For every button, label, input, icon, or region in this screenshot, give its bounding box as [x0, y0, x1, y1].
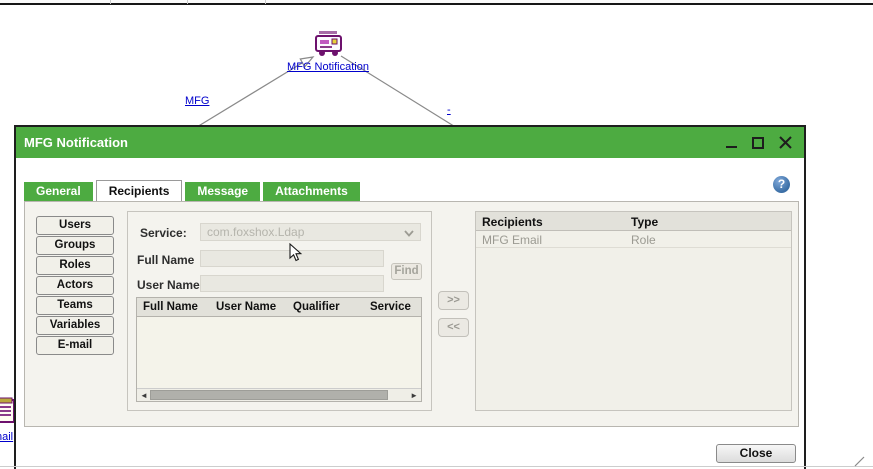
window-bottom-edge	[0, 466, 873, 467]
remove-recipient-button[interactable]: <<	[438, 318, 469, 337]
service-label: Service:	[140, 226, 187, 240]
recipients-header: Recipients Type	[476, 212, 791, 231]
user-name-input[interactable]	[200, 275, 384, 292]
add-recipient-button[interactable]: >>	[438, 291, 469, 310]
source-button-teams[interactable]: Teams	[36, 296, 114, 315]
search-results-table: Full Name User Name Qualifier Service ◄ …	[136, 297, 422, 402]
col-user-name: User Name	[216, 301, 277, 313]
col-recipients: Recipients	[482, 215, 543, 229]
source-button-actors[interactable]: Actors	[36, 276, 114, 295]
service-selected-value: com.foxshox.Ldap	[207, 225, 305, 239]
col-type: Type	[631, 215, 659, 229]
mfg-notification-dialog: MFG Notification ? General Recipients Me…	[14, 125, 806, 469]
service-select[interactable]: com.foxshox.Ldap	[200, 223, 421, 241]
node-link-email-clipped[interactable]: nail	[0, 431, 13, 443]
scroll-left-icon[interactable]: ◄	[140, 390, 148, 401]
source-button-users[interactable]: Users	[36, 216, 114, 235]
node-link-mfg-notification[interactable]: MFG Notification	[283, 61, 373, 73]
recipient-row[interactable]: MFG Email Role	[476, 231, 791, 248]
transition-link-partial[interactable]: -	[447, 104, 451, 116]
source-button-roles[interactable]: Roles	[36, 256, 114, 275]
transition-link-mfg[interactable]: MFG	[185, 95, 209, 107]
horizontal-scrollbar[interactable]: ◄ ►	[137, 388, 421, 401]
user-search-panel: Service: com.foxshox.Ldap Full Name Find…	[127, 211, 432, 411]
col-qualifier: Qualifier	[293, 301, 340, 313]
tab-attachments[interactable]: Attachments	[263, 182, 360, 201]
scroll-right-icon[interactable]: ►	[410, 390, 418, 401]
toolbar-separator	[265, 0, 266, 4]
user-name-label: User Name	[137, 278, 200, 292]
col-full-name: Full Name	[143, 301, 198, 313]
notification-node-icon	[315, 31, 342, 56]
dialog-titlebar[interactable]: MFG Notification	[16, 127, 804, 158]
screen: MFG Notification MFG - nail MFG Notifica…	[0, 0, 873, 469]
recipient-type: Role	[631, 233, 656, 247]
mouse-cursor	[289, 243, 303, 262]
dialog-title: MFG Notification	[24, 135, 128, 150]
tab-message[interactable]: Message	[185, 182, 261, 201]
toolbar-separator	[110, 0, 111, 4]
source-button-email[interactable]: E-mail	[36, 336, 114, 355]
recipients-tab-panel: Users Groups Roles Actors Teams Variable…	[24, 201, 799, 427]
minimize-icon[interactable]	[724, 136, 738, 150]
close-button[interactable]: Close	[716, 444, 796, 463]
scrollbar-thumb[interactable]	[150, 390, 388, 400]
resize-grip[interactable]	[852, 455, 866, 467]
find-button[interactable]: Find	[391, 263, 422, 280]
top-toolbar-edge	[0, 0, 873, 5]
col-service: Service	[370, 301, 411, 313]
source-button-variables[interactable]: Variables	[36, 316, 114, 335]
tab-general[interactable]: General	[24, 182, 93, 201]
chevron-down-icon	[404, 230, 414, 237]
close-icon[interactable]	[778, 136, 792, 150]
source-button-groups[interactable]: Groups	[36, 236, 114, 255]
toolbar-separator	[187, 0, 188, 4]
help-icon[interactable]: ?	[773, 176, 790, 193]
maximize-icon[interactable]	[751, 136, 765, 150]
recipients-table: Recipients Type MFG Email Role	[475, 211, 792, 411]
search-results-header: Full Name User Name Qualifier Service	[137, 298, 421, 317]
full-name-label: Full Name	[137, 253, 195, 267]
recipient-name: MFG Email	[482, 233, 542, 247]
tab-bar: General Recipients Message Attachments	[24, 180, 363, 201]
tab-recipients[interactable]: Recipients	[95, 180, 183, 201]
